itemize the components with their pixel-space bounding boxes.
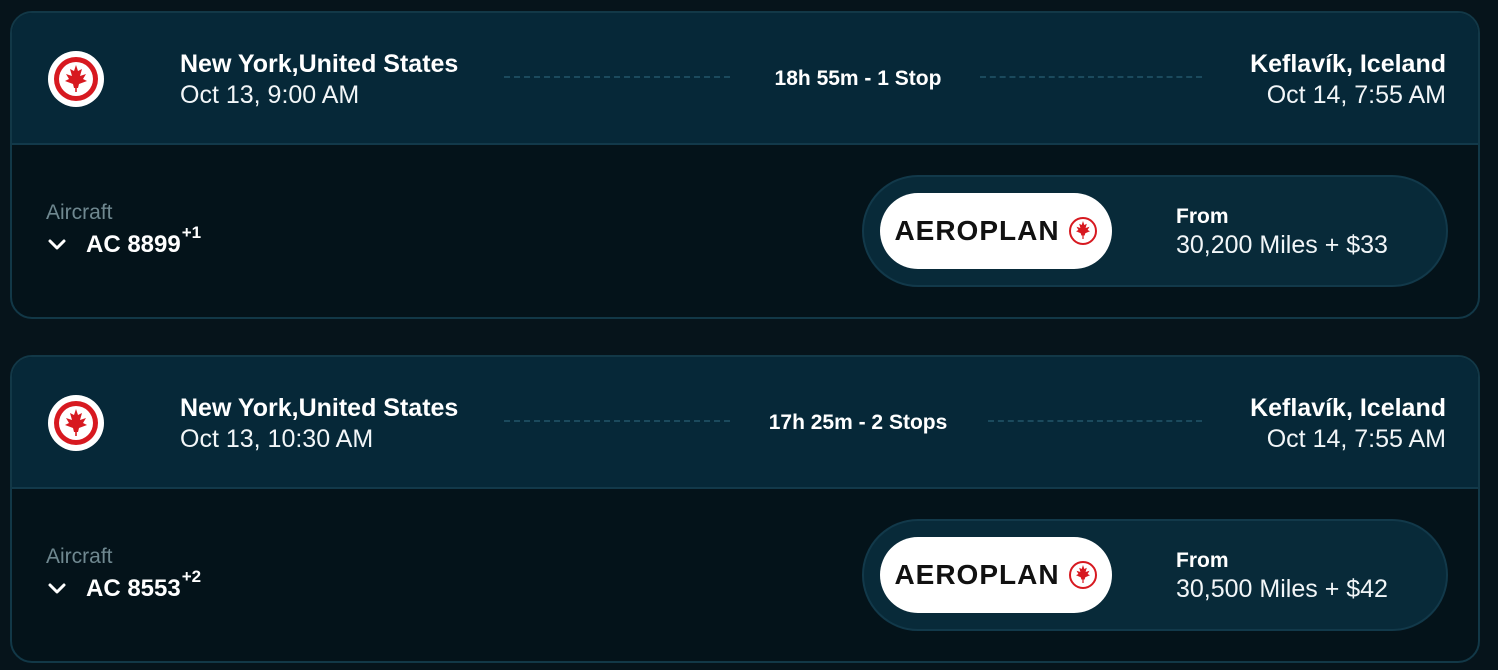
origin: New York,United States Oct 13, 10:30 AM [180, 393, 458, 455]
program-name: AEROPLAN [894, 559, 1060, 590]
flight-duration: 18h 55m - 1 Stop [774, 67, 942, 90]
flight-number: AC 8553 [86, 575, 181, 602]
price-from-label: From [1176, 205, 1229, 228]
air-canada-logo-icon [48, 51, 104, 107]
flight-card-header: New York,United States Oct 13, 9:00 AM 1… [12, 13, 1478, 145]
fare-option[interactable]: AEROPLAN From 30,500 Miles + $42 [862, 519, 1448, 631]
aeroplan-badge: AEROPLAN [880, 537, 1112, 613]
flight-card[interactable]: New York,United States Oct 13, 9:00 AM 1… [10, 11, 1480, 319]
arrival-time: Oct 14, 7:55 AM [1266, 81, 1446, 109]
arrival-time: Oct 14, 7:55 AM [1266, 425, 1446, 453]
maple-leaf-icon [1068, 561, 1097, 589]
program-name: AEROPLAN [894, 215, 1060, 246]
destination-city: Keflavík, Iceland [1250, 394, 1446, 422]
route-line-right [988, 420, 1202, 422]
route-line-left [504, 420, 730, 422]
origin: New York,United States Oct 13, 9:00 AM [180, 49, 458, 111]
chevron-down-icon[interactable] [46, 234, 68, 256]
aircraft-toggle[interactable]: AC 8553 +2 [46, 567, 201, 603]
aircraft-label: Aircraft [46, 201, 113, 224]
aircraft-toggle[interactable]: AC 8899 +1 [46, 223, 201, 259]
extra-flights-count: +2 [181, 567, 202, 586]
aeroplan-badge: AEROPLAN [880, 193, 1112, 269]
flight-duration: 17h 25m - 2 Stops [768, 411, 948, 434]
flight-card[interactable]: New York,United States Oct 13, 10:30 AM … [10, 355, 1480, 663]
chevron-down-icon[interactable] [46, 578, 68, 600]
price-value: 30,200 Miles + $33 [1176, 231, 1388, 259]
flight-card-header: New York,United States Oct 13, 10:30 AM … [12, 357, 1478, 489]
origin-city: New York,United States [180, 394, 459, 422]
air-canada-logo-icon [48, 395, 104, 451]
extra-flights-count: +1 [181, 223, 202, 242]
price-value: 30,500 Miles + $42 [1176, 575, 1388, 603]
aircraft-label: Aircraft [46, 545, 113, 568]
origin-city: New York,United States [180, 50, 459, 78]
departure-time: Oct 13, 9:00 AM [180, 81, 360, 109]
fare-option[interactable]: AEROPLAN From 30,200 Miles + $33 [862, 175, 1448, 287]
route-line-right [980, 76, 1202, 78]
departure-time: Oct 13, 10:30 AM [180, 425, 374, 453]
maple-leaf-icon [1068, 217, 1097, 245]
destination: Keflavík, Iceland Oct 14, 7:55 AM [1250, 49, 1446, 111]
destination-city: Keflavík, Iceland [1250, 50, 1446, 78]
price-from-label: From [1176, 549, 1229, 572]
flight-number: AC 8899 [86, 231, 181, 258]
route-line-left [504, 76, 730, 78]
destination: Keflavík, Iceland Oct 14, 7:55 AM [1250, 393, 1446, 455]
